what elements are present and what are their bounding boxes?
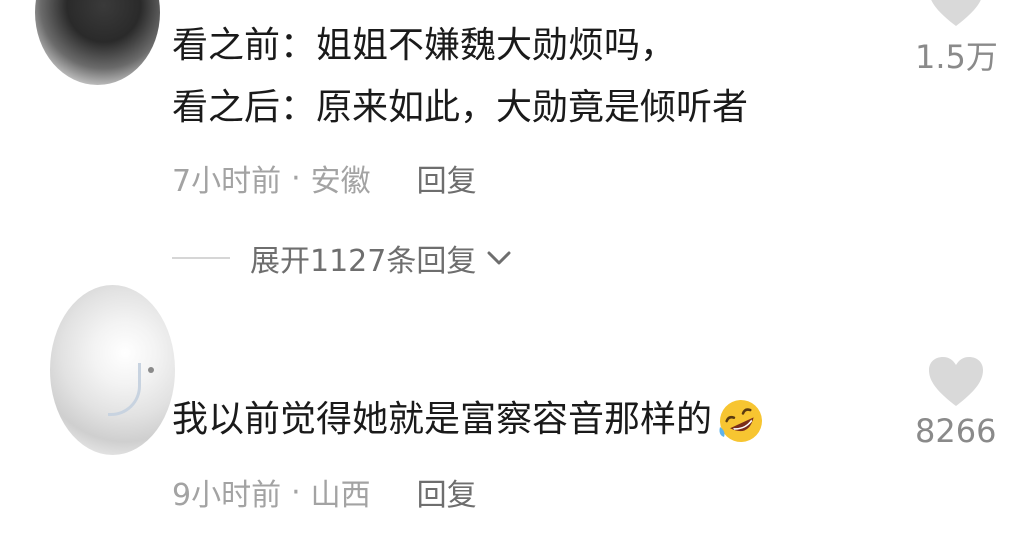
comment-location: 安徽 (310, 164, 371, 199)
avatar-dot (148, 367, 154, 373)
comment-text-line: 看之前：姐姐不嫌魏大勋烦吗， (172, 25, 677, 66)
comment-meta: 9小时前 · 山西 回复 (172, 470, 477, 514)
comment-text-line: 看之后：原来如此，大勋竟是倾听者 (172, 87, 749, 128)
comment-time: 9小时前 (172, 478, 282, 513)
heart-icon (931, 0, 982, 26)
avatar[interactable] (35, 0, 160, 85)
comment-meta: 7小时前 · 安徽 回复 (172, 156, 477, 200)
rolling-on-floor-laughing-emoji (719, 400, 763, 442)
comment-text-content: 我以前觉得她就是富察容音那样的 (172, 399, 713, 440)
chevron-down-icon (487, 251, 511, 265)
reply-button[interactable]: 回复 (417, 470, 477, 514)
comment-location: 山西 (310, 478, 371, 513)
expand-replies-button[interactable]: 展开1127条回复 (172, 236, 512, 280)
like-button[interactable]: 8266 (915, 356, 996, 450)
divider-line (172, 257, 230, 259)
comment-time: 7小时前 (172, 164, 282, 199)
reply-button[interactable]: 回复 (417, 156, 477, 200)
heart-icon (928, 357, 983, 406)
avatar-stroke (108, 363, 141, 416)
like-button[interactable]: 1.5万 (915, 0, 998, 78)
expand-replies-label: 展开1127条回复 (250, 244, 477, 279)
comment-text: 我以前觉得她就是富察容音那样的 (172, 392, 766, 448)
meta-separator: · (291, 160, 301, 196)
meta-separator: · (291, 474, 301, 510)
avatar[interactable] (50, 285, 175, 455)
like-count: 1.5万 (915, 38, 998, 76)
like-count: 8266 (915, 412, 997, 450)
